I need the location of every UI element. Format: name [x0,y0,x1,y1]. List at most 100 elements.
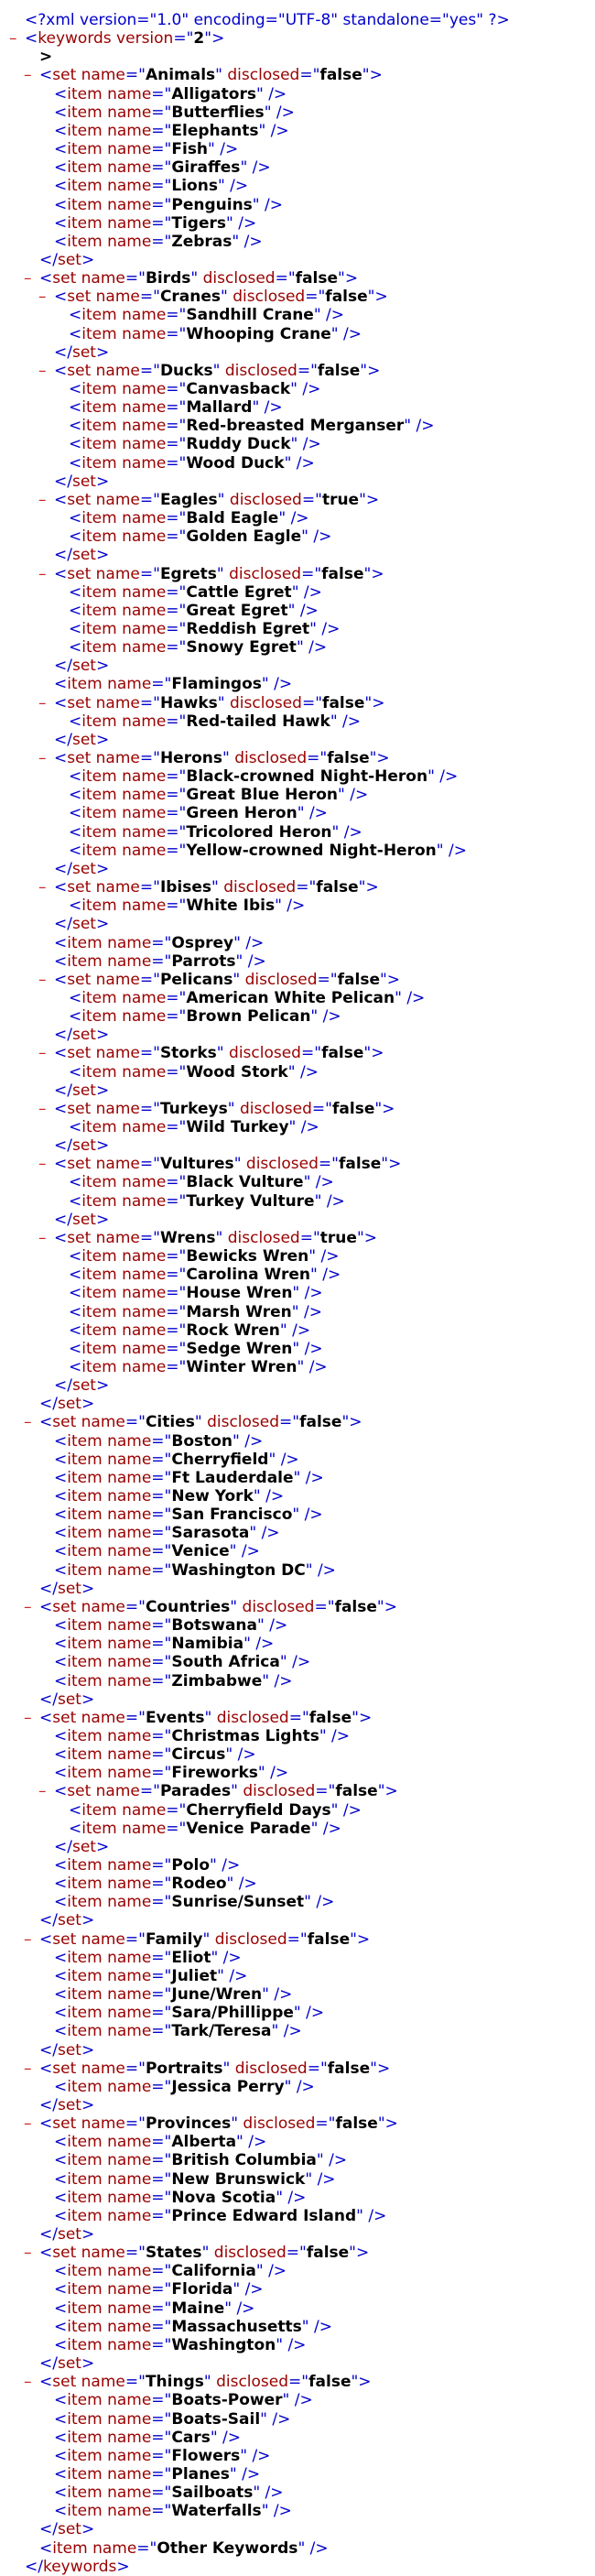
item-name-value: Cherryfield Days [186,1800,331,1820]
element-name: set [52,2244,77,2263]
attribute-name: name [116,1800,167,1820]
markup-bracket: < [69,638,82,658]
collapse-toggle-icon[interactable]: – [24,1709,35,1727]
collapse-toggle-icon[interactable]: – [24,1598,35,1616]
collapse-toggle-icon[interactable]: – [24,1930,35,1949]
element-name: item [81,527,117,547]
element-name: item [81,453,117,473]
xml-item-line: <item name="Sandhill Crane" /> [69,306,344,324]
item-name-value: Sara/Phillippe [171,2004,294,2023]
markup-bracket: < [54,2206,68,2225]
item-name-value: Winter Wren [186,1357,298,1376]
element-name: set [57,2040,81,2060]
collapse-toggle-icon[interactable]: – [38,491,49,509]
markup-bracket: " /> [316,2151,348,2170]
markup-bracket: < [54,140,68,159]
item-name-value: Black Vulture [186,1173,304,1192]
markup-quote: =" [166,1284,187,1303]
collapse-toggle-icon[interactable]: – [38,1782,49,1800]
markup-bracket: < [54,1653,68,1672]
element-name: set [71,342,96,362]
element-name: set [57,2354,81,2374]
attribute-name: disclosed [211,1708,289,1727]
disclosed-value: false [319,66,362,85]
markup-bracket: "> [204,29,225,49]
set-name-value: Countries [145,1597,231,1616]
collapse-toggle-icon[interactable]: – [24,1413,35,1431]
set-name-value: Wrens [159,1228,216,1247]
markup-bracket: < [54,1635,68,1654]
xml-set-close-line: </set> [39,251,94,269]
element-name: item [67,675,103,694]
collapse-toggle-icon[interactable]: – [38,1100,49,1118]
markup-bracket: " /> [330,1800,362,1820]
collapse-toggle-icon[interactable]: – [24,2244,35,2262]
collapse-toggle-icon[interactable]: – [38,1229,49,1247]
collapse-toggle-icon[interactable]: – [24,2114,35,2133]
markup-bracket: " /> [338,786,369,805]
markup-quote: " [211,878,219,897]
collapse-toggle-icon[interactable]: – [38,694,49,712]
item-name-value: Washington [171,2335,276,2354]
collapse-toggle-icon[interactable]: – [38,362,49,380]
element-name: item [67,951,103,971]
markup-bracket: < [54,2484,68,2503]
collapse-toggle-icon[interactable]: – [38,288,49,306]
markup-bracket: < [39,2538,53,2558]
element-name: item [67,1616,103,1636]
attribute-name: name [102,140,152,159]
markup-bracket: " /> [210,2428,242,2447]
attribute-name: name [102,2409,152,2429]
collapse-toggle-icon[interactable]: – [38,971,49,989]
collapse-toggle-icon[interactable]: – [9,29,20,48]
xml-set-close-line: </set> [54,860,109,878]
collapse-toggle-icon[interactable]: – [38,565,49,583]
markup-quote: =" [166,822,187,842]
attribute-name: name [102,2464,152,2484]
attribute-name: name [102,1764,152,1783]
markup-bracket: < [69,582,82,602]
collapse-toggle-icon[interactable]: – [38,1044,49,1062]
set-name-value: Animals [145,66,216,85]
attribute-name: name [91,1099,140,1118]
markup-bracket: < [54,2317,68,2336]
disclosed-value: false [335,1782,378,1801]
markup-quote: " [194,1413,202,1432]
element-name: item [81,619,117,638]
element-name: set [67,490,92,509]
attribute-name: name [102,2502,152,2521]
collapse-toggle-icon[interactable]: – [38,749,49,767]
markup-bracket: > [81,1911,95,1930]
collapse-toggle-icon[interactable]: – [24,269,35,288]
markup-bracket: < [69,453,82,473]
collapse-toggle-icon[interactable]: – [24,66,35,84]
markup-bracket: > [81,2354,95,2374]
collapse-toggle-icon[interactable]: – [38,878,49,897]
markup-quote: =" [166,619,187,638]
element-name: set [67,693,92,712]
markup-quote: =" [139,1155,160,1174]
xml-item-line: <item name="New Brunswick" /> [54,2170,336,2189]
markup-bracket: " /> [291,1302,322,1321]
xml-item-line: <item name="South Africa" /> [54,1653,310,1671]
markup-quote: =" [315,2114,336,2134]
attribute-name: name [102,1966,152,1985]
collapse-toggle-icon[interactable]: – [38,1155,49,1173]
markup-quote: =" [287,1929,308,1949]
xml-set-close-line: </set> [54,1211,109,1229]
attribute-name: name [116,1321,167,1340]
item-name-value: San Francisco [171,1505,293,1525]
markup-bracket: </ [39,2354,58,2374]
xml-item-line: <item name="Cars" /> [54,2429,241,2447]
collapse-toggle-icon[interactable]: – [24,2060,35,2078]
element-name: set [52,1929,77,1949]
markup-bracket: < [54,2299,68,2318]
item-name-value: Alberta [171,2133,237,2152]
element-name: item [67,1431,103,1451]
item-name-value: Fireworks [171,1764,258,1783]
element-name: set [52,1413,77,1432]
xml-root-open-line: – <keywords version="2"> [9,29,225,49]
markup-quote: =" [151,2022,172,2041]
collapse-toggle-icon[interactable]: – [24,2373,35,2391]
markup-quote: " [215,66,222,85]
